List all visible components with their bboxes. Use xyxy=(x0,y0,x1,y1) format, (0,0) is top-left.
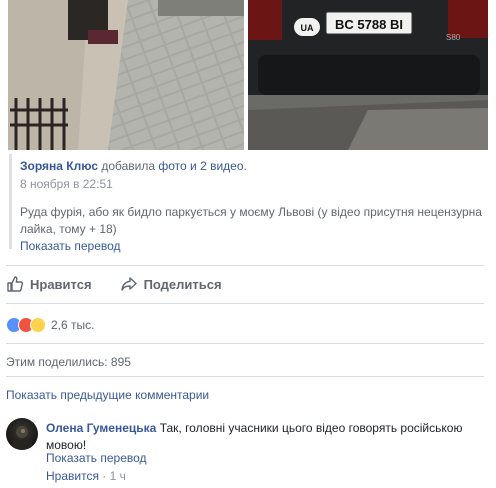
comment-author[interactable]: Олена Гуменецька xyxy=(46,421,156,435)
sidewalk-photo-image xyxy=(8,0,244,150)
divider xyxy=(6,343,484,344)
share-label: Поделиться xyxy=(143,276,222,292)
post-text: Руда фурія, або як бидло паркується у мо… xyxy=(20,205,482,236)
share-arrow-icon xyxy=(120,277,137,291)
post-actions: Нравится Поделиться xyxy=(6,272,250,296)
reactions-summary[interactable]: 2,6 тыс. xyxy=(6,317,94,333)
post-photos: UA BC 5788 BI S80 xyxy=(0,0,496,150)
show-previous-comments-link[interactable]: Показать предыдущие комментарии xyxy=(6,388,209,402)
like-button[interactable]: Нравится xyxy=(6,275,92,293)
comment-body: Олена Гуменецька Так, головні учасники ц… xyxy=(46,420,486,454)
comment-like-button[interactable]: Нравится xyxy=(46,469,99,483)
thumbs-up-icon xyxy=(7,276,24,292)
comment-translate-link[interactable]: Показать перевод xyxy=(46,451,147,465)
post-shared-media-link[interactable]: фото и 2 видео xyxy=(158,159,243,173)
haha-reaction-icon xyxy=(30,317,46,333)
car-photo-image: UA BC 5788 BI S80 xyxy=(248,0,488,150)
post-shared-end: . xyxy=(243,159,247,173)
post-timestamp[interactable]: 8 ноября в 22:51 xyxy=(20,176,113,192)
post-author[interactable]: Зоряна Клюс xyxy=(20,159,98,173)
photo-sidewalk[interactable] xyxy=(8,0,244,150)
post-action-verb: добавила xyxy=(101,159,156,173)
comment-meta: Нравится · 1 ч xyxy=(46,469,126,483)
divider xyxy=(6,303,484,304)
divider xyxy=(6,376,484,377)
avatar-image xyxy=(12,426,32,450)
car-model-badge: S80 xyxy=(446,33,461,42)
avatar[interactable] xyxy=(6,418,38,450)
share-button[interactable]: Поделиться xyxy=(120,275,222,293)
post-translate-link[interactable]: Показать перевод xyxy=(20,238,121,254)
like-label: Нравится xyxy=(30,276,92,292)
meta-separator: · xyxy=(102,469,107,483)
shares-count[interactable]: Этим поделились: 895 xyxy=(6,355,131,369)
post-author-line: Зоряна Клюс добавила фото и 2 видео. xyxy=(20,158,247,174)
divider xyxy=(6,265,484,266)
reactions-count: 2,6 тыс. xyxy=(51,318,95,332)
license-plate: BC 5788 BI xyxy=(335,17,403,32)
photo-car-rear[interactable]: UA BC 5788 BI S80 xyxy=(248,0,488,150)
comment-time[interactable]: 1 ч xyxy=(110,469,126,483)
plate-country: UA xyxy=(301,23,314,33)
shared-post-quote: Зоряна Клюс добавила фото и 2 видео. 8 н… xyxy=(9,154,487,253)
